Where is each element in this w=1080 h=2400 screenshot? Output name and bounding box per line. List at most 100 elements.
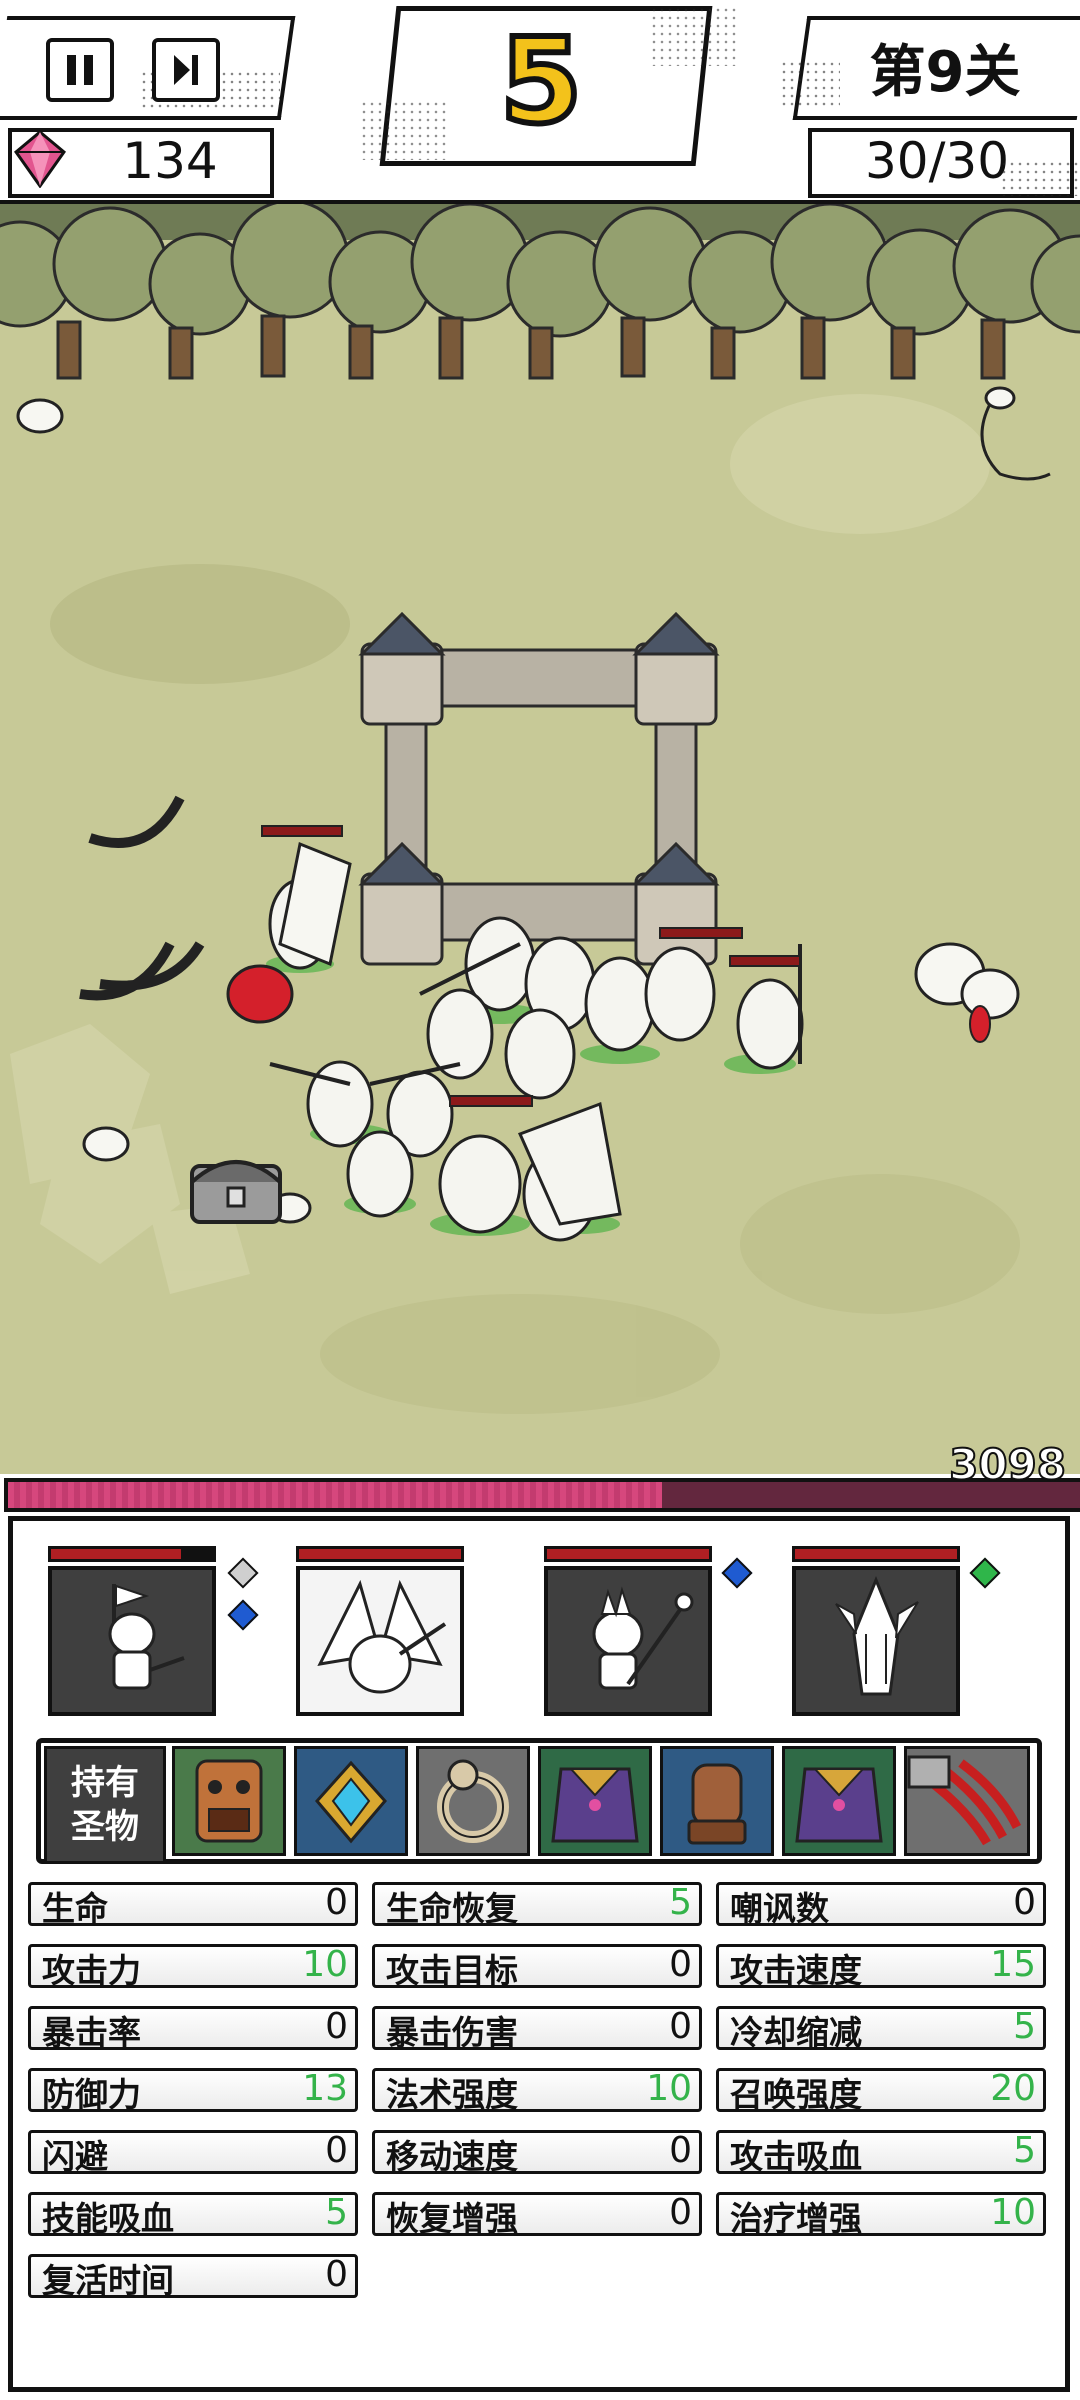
stat-value: 5 [325,2192,348,2233]
stat-defense: 防御力 13 [28,2068,358,2114]
stat-name: 攻击速度 [730,1951,862,1990]
stat-name: 攻击吸血 [730,2137,862,2176]
claw-icon [907,1755,1022,1846]
stat-value: 0 [325,2254,348,2295]
unit-card-knight[interactable] [48,1546,224,1716]
relic-skull-ring[interactable] [416,1746,530,1856]
stat-value: 5 [1013,2130,1036,2171]
boss-health-fill [8,1482,662,1508]
unit-card-dragon-knight[interactable] [296,1546,472,1716]
stat-dodge: 闪避 0 [28,2130,358,2176]
battlefield-scene [0,204,1080,1414]
relic-red-claw[interactable] [904,1746,1030,1856]
stat-name: 闪避 [42,2137,108,2176]
stat-name: 技能吸血 [42,2199,174,2238]
stat-name: 复活时间 [42,2261,174,2300]
stat-value: 5 [1013,2006,1036,2047]
tree-line [0,204,1080,380]
stat-regen-boost: 恢复增强 0 [372,2192,702,2238]
stat-spell-power: 法术强度 10 [372,2068,702,2114]
stat-attack-targets: 攻击目标 0 [372,1944,702,1990]
stat-value: 0 [1013,1882,1036,1923]
unit-hp-fill [51,1549,181,1559]
relic-purple-cape[interactable] [782,1746,896,1856]
stat-name: 暴击伤害 [386,2013,518,2052]
stat-name: 召唤强度 [730,2075,862,2114]
stat-taunt: 嘲讽数 0 [716,1882,1046,1928]
stat-name: 法术强度 [386,2075,518,2114]
top-hud: 5 第9关 134 30/30 [0,0,1080,204]
unit-hp-fill [299,1549,461,1559]
stat-cooldown: 冷却缩减 5 [716,2006,1046,2052]
stat-attack-speed: 攻击速度 15 [716,1944,1046,1990]
unit-hp-bar [792,1546,960,1562]
stat-name: 恢复增强 [386,2199,518,2238]
halftone-decoration [1000,160,1080,196]
red-flame-effect [969,1005,991,1043]
battlefield[interactable] [0,204,1080,1474]
relics-label: 持有圣物 [44,1746,166,1864]
stat-name: 暴击率 [42,2013,141,2052]
fast-forward-button[interactable] [152,38,220,102]
stat-value: 0 [669,2130,692,2171]
amulet-icon [315,1760,387,1844]
stat-value: 0 [669,2192,692,2233]
knight-icon [108,1584,185,1690]
relic-wooden-gauntlet[interactable] [660,1746,774,1856]
stat-value: 15 [990,1944,1036,1985]
spear-mage-icon [592,1586,694,1690]
stat-value: 0 [325,1882,348,1923]
stat-value: 0 [325,2130,348,2171]
stat-name: 攻击目标 [386,1951,518,1990]
stat-name: 冷却缩减 [730,2013,862,2052]
stat-value: 0 [325,2006,348,2047]
fast-forward-icon [174,55,198,85]
stat-value: 13 [302,2068,348,2109]
stat-attack: 攻击力 10 [28,1944,358,1990]
relic-purple-cape[interactable] [538,1746,652,1856]
unit-hp-fill [795,1549,957,1559]
stat-value: 10 [302,1944,348,1985]
stat-name: 防御力 [42,2075,141,2114]
pause-button[interactable] [46,38,114,102]
pause-icon [67,55,93,85]
treasure-chest-icon [190,1160,282,1224]
castle-fortress [358,611,720,966]
tiki-mask-icon [195,1759,263,1843]
boss-health-value: 3098 [948,1439,1067,1490]
wave-number: 5 [497,9,585,153]
stat-crit-damage: 暴击伤害 0 [372,2006,702,2052]
stat-name: 攻击力 [42,1951,141,1990]
stat-hp: 生命 0 [28,1882,358,1928]
stat-spell-vamp: 技能吸血 5 [28,2192,358,2238]
gauntlet-icon [687,1763,747,1845]
stat-value: 0 [669,1944,692,1985]
stat-name: 嘲讽数 [730,1889,829,1928]
relic-blue-gem-amulet[interactable] [294,1746,408,1856]
stat-name: 生命 [42,1889,108,1928]
relic-tiki-mask[interactable] [172,1746,286,1856]
stat-hp-regen: 生命恢复 5 [372,1882,702,1928]
stat-value: 10 [990,2192,1036,2233]
unit-card-spike-warrior[interactable] [792,1546,968,1716]
stat-name: 移动速度 [386,2137,518,2176]
stat-revive-time: 复活时间 0 [28,2254,358,2300]
cape-icon [551,1767,639,1843]
boss-health-bar [4,1478,1080,1512]
unit-card-spear-mage[interactable] [544,1546,720,1716]
stat-value: 0 [669,2006,692,2047]
level-title: 第9关 [869,39,1021,105]
unit-hp-bar [296,1546,464,1562]
stat-crit-rate: 暴击率 0 [28,2006,358,2052]
unit-hp-fill [547,1549,709,1559]
stat-value: 10 [646,2068,692,2109]
gem-count: 134 [122,132,218,190]
stat-name: 生命恢复 [386,1889,518,1928]
unit-hp-bar [48,1546,216,1562]
stat-heal-boost: 治疗增强 10 [716,2192,1046,2238]
dragon-knight-icon [317,1579,447,1694]
ring-icon [437,1759,509,1843]
game-screen: { "hud": { "wave": "5", "level": "第9关", … [0,0,1080,2400]
pink-gem-icon [14,130,66,188]
stat-move-speed: 移动速度 0 [372,2130,702,2176]
